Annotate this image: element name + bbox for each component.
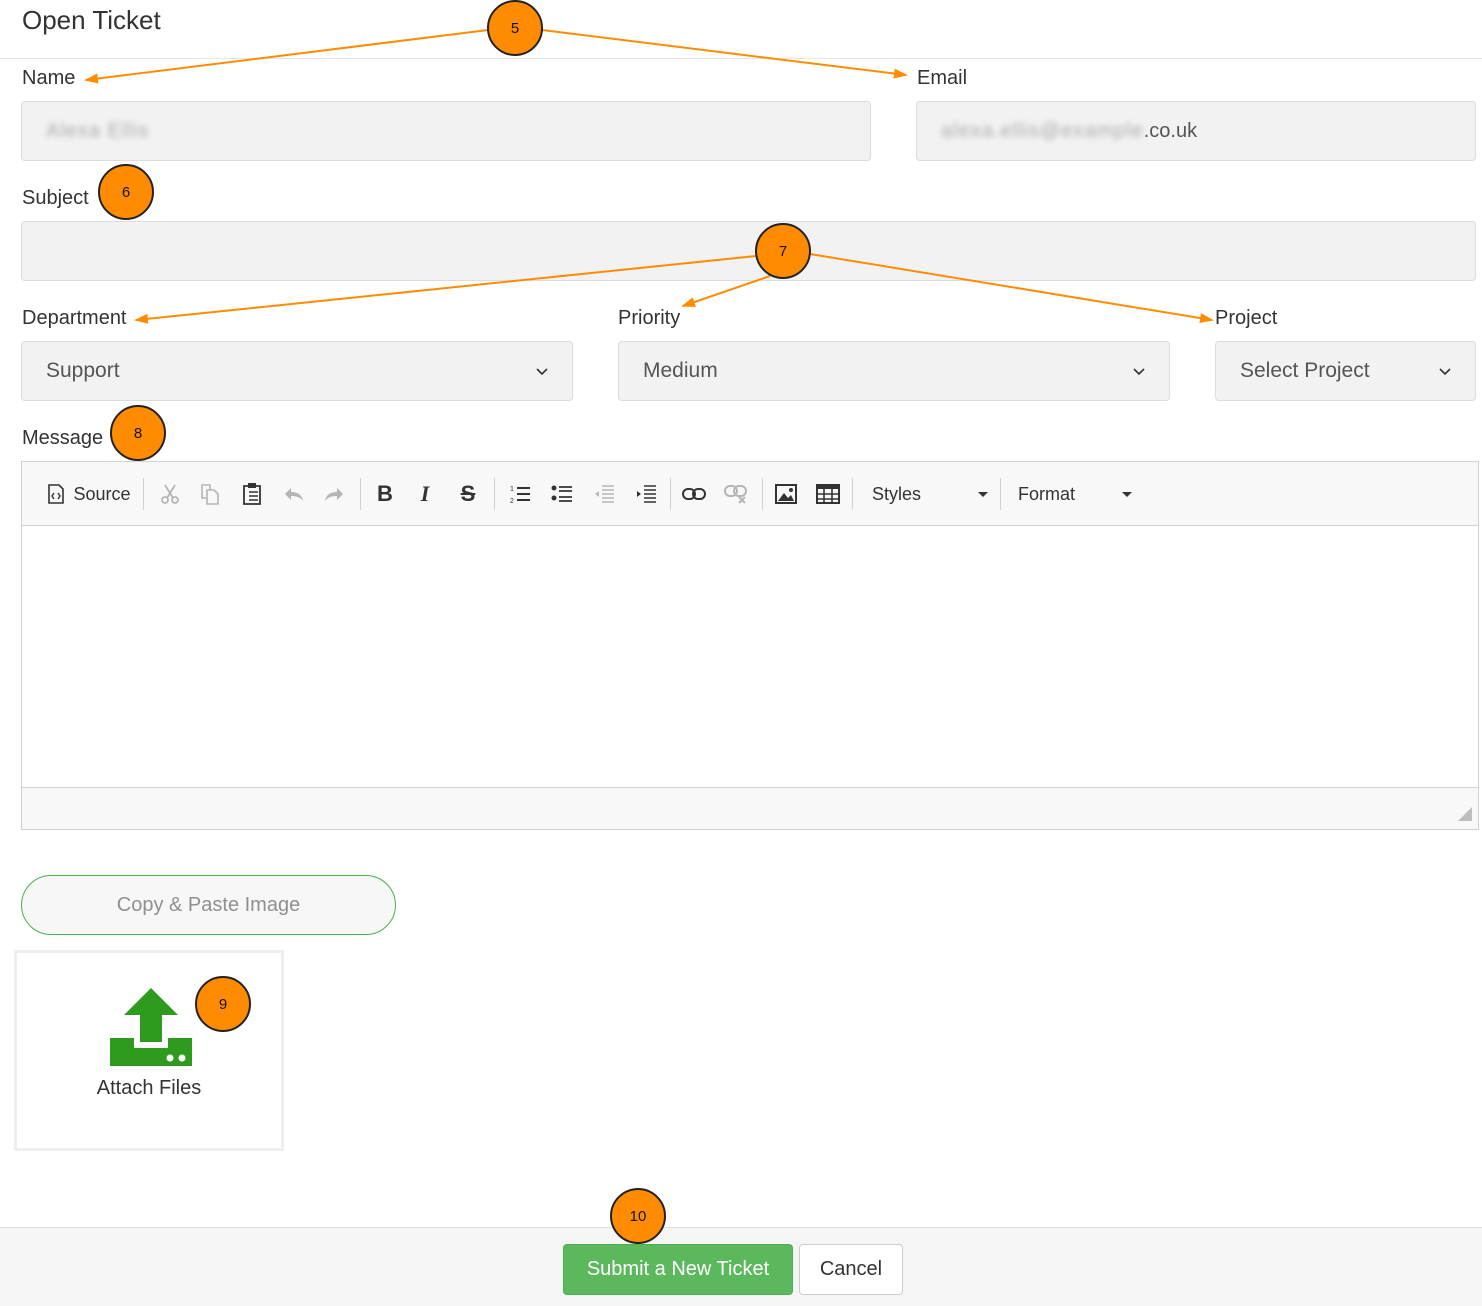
toolbar-separator bbox=[762, 478, 763, 510]
annotation-marker-9: 9 bbox=[195, 976, 251, 1032]
annotation-marker-8: 8 bbox=[110, 405, 166, 461]
priority-value: Medium bbox=[643, 359, 718, 382]
annotation-marker-7: 7 bbox=[755, 223, 811, 279]
department-label: Department bbox=[22, 307, 127, 329]
toolbar-separator bbox=[852, 478, 853, 510]
department-select[interactable]: Support bbox=[21, 341, 573, 401]
caret-down-icon bbox=[1122, 491, 1132, 497]
email-label: Email bbox=[917, 67, 968, 89]
cut-button[interactable] bbox=[156, 480, 184, 508]
project-value: Select Project bbox=[1240, 359, 1370, 382]
source-icon bbox=[48, 484, 65, 504]
copy-icon bbox=[201, 484, 219, 505]
priority-select[interactable]: Medium bbox=[618, 341, 1170, 401]
cut-icon bbox=[161, 484, 179, 504]
link-button[interactable] bbox=[680, 480, 708, 508]
email-field[interactable]: alexa.ellis@example .co.uk bbox=[916, 101, 1476, 161]
toolbar-separator bbox=[670, 478, 671, 510]
message-label: Message bbox=[22, 427, 104, 449]
editor-toolbar: Source B I S 12 Styles Format bbox=[22, 462, 1478, 526]
message-editor: Source B I S 12 Styles Format bbox=[21, 461, 1479, 830]
styles-dropdown[interactable]: Styles bbox=[872, 480, 988, 508]
italic-button[interactable]: I bbox=[412, 480, 438, 508]
strikethrough-icon: S bbox=[460, 481, 476, 506]
toolbar-separator bbox=[1000, 478, 1001, 510]
bold-button[interactable]: B bbox=[372, 480, 398, 508]
title-divider bbox=[0, 58, 1482, 59]
paste-icon bbox=[243, 483, 261, 505]
indent-icon bbox=[637, 485, 656, 503]
link-icon bbox=[682, 488, 706, 500]
name-value: Alexa Ellis bbox=[46, 119, 150, 142]
toolbar-separator bbox=[494, 478, 495, 510]
table-icon bbox=[816, 484, 840, 504]
project-label: Project bbox=[1215, 307, 1278, 329]
styles-label: Styles bbox=[872, 483, 922, 504]
attach-files-label: Attach Files bbox=[96, 1077, 202, 1099]
subject-label: Subject bbox=[22, 187, 89, 209]
outdent-icon bbox=[595, 485, 614, 503]
table-button[interactable] bbox=[814, 480, 842, 508]
editor-footer bbox=[22, 788, 1478, 829]
email-value-hidden: alexa.ellis@example bbox=[941, 119, 1144, 142]
redo-button[interactable] bbox=[320, 480, 348, 508]
chevron-down-icon bbox=[1133, 368, 1145, 376]
undo-icon bbox=[285, 488, 303, 501]
svg-text:1: 1 bbox=[510, 486, 514, 493]
name-field[interactable]: Alexa Ellis bbox=[21, 101, 871, 161]
indent-button[interactable] bbox=[632, 480, 660, 508]
source-button[interactable]: Source bbox=[46, 480, 132, 508]
project-select[interactable]: Select Project bbox=[1215, 341, 1476, 401]
outdent-button[interactable] bbox=[590, 480, 618, 508]
department-value: Support bbox=[46, 359, 120, 382]
resize-handle[interactable] bbox=[1458, 807, 1472, 821]
format-label: Format bbox=[1018, 483, 1076, 504]
name-label: Name bbox=[22, 67, 76, 89]
paste-button[interactable] bbox=[238, 480, 266, 508]
chevron-down-icon bbox=[1439, 368, 1451, 376]
source-label: Source bbox=[73, 483, 131, 504]
bulleted-list-button[interactable] bbox=[548, 480, 576, 508]
annotation-marker-6: 6 bbox=[98, 164, 154, 220]
cancel-button[interactable]: Cancel bbox=[799, 1244, 903, 1295]
redo-icon bbox=[325, 488, 343, 501]
numbered-list-icon: 12 bbox=[510, 486, 530, 505]
submit-ticket-button[interactable]: Submit a New Ticket bbox=[563, 1244, 793, 1295]
copy-button[interactable] bbox=[196, 480, 224, 508]
toolbar-separator bbox=[143, 478, 144, 510]
image-button[interactable] bbox=[772, 480, 800, 508]
unlink-icon bbox=[724, 485, 747, 504]
caret-down-icon bbox=[978, 491, 988, 497]
bulleted-list-icon bbox=[551, 485, 572, 502]
svg-text:2: 2 bbox=[510, 498, 514, 505]
chevron-down-icon bbox=[536, 368, 548, 376]
annotation-marker-5: 5 bbox=[487, 0, 543, 56]
email-value-visible: .co.uk bbox=[1143, 119, 1198, 142]
annotation-marker-10: 10 bbox=[610, 1188, 666, 1244]
undo-button[interactable] bbox=[280, 480, 308, 508]
format-dropdown[interactable]: Format bbox=[1018, 480, 1132, 508]
bold-icon: B bbox=[377, 481, 393, 506]
image-icon bbox=[775, 484, 797, 504]
italic-icon: I bbox=[420, 481, 430, 506]
copy-paste-image-button[interactable]: Copy & Paste Image bbox=[21, 875, 396, 935]
toolbar-separator bbox=[360, 478, 361, 510]
priority-label: Priority bbox=[618, 307, 681, 329]
strikethrough-button[interactable]: S bbox=[454, 480, 482, 508]
subject-field[interactable] bbox=[21, 221, 1476, 281]
message-textarea[interactable] bbox=[22, 526, 1478, 788]
attach-files-dropzone[interactable]: Attach Files bbox=[14, 950, 284, 1151]
page-title: Open Ticket bbox=[22, 5, 161, 35]
numbered-list-button[interactable]: 12 bbox=[506, 480, 534, 508]
unlink-button[interactable] bbox=[722, 480, 750, 508]
upload-icon bbox=[110, 988, 192, 1066]
